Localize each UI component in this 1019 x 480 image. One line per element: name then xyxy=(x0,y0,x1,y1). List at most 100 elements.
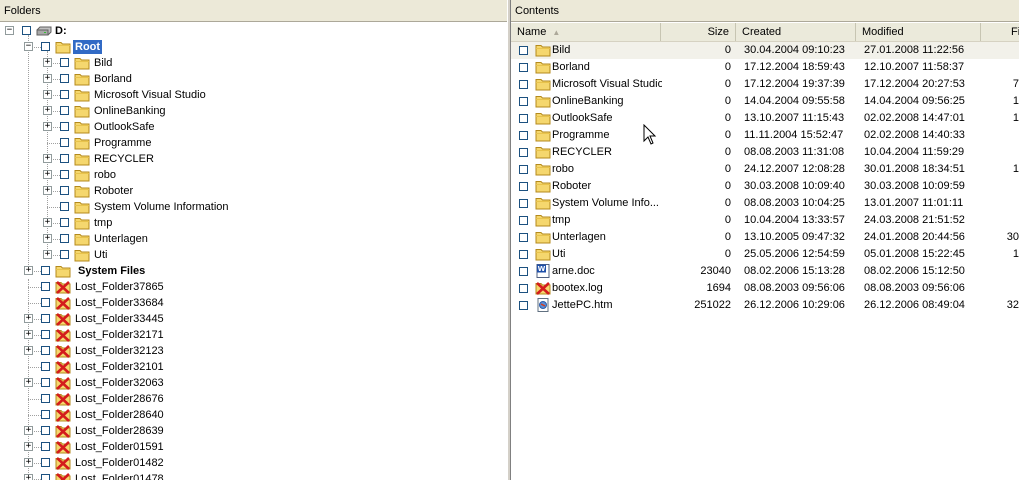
tree-item-checkbox[interactable] xyxy=(60,154,69,163)
column-name[interactable]: Name ▲ xyxy=(511,23,661,41)
expand-icon[interactable]: + xyxy=(43,250,52,259)
file-row-bild[interactable]: Bild 0 30.04.2004 09:10:23 27.01.2008 11:22… xyxy=(511,42,1019,59)
expand-icon[interactable]: + xyxy=(43,218,52,227)
expand-icon[interactable]: + xyxy=(24,346,33,355)
expand-icon[interactable]: + xyxy=(24,442,33,451)
expand-icon[interactable]: + xyxy=(43,234,52,243)
expand-icon[interactable]: + xyxy=(43,170,52,179)
tree-item-lost-folder28639[interactable]: + Lost_Folder28639 xyxy=(0,423,300,439)
file-checkbox[interactable] xyxy=(519,267,528,276)
file-row-microsoft-visual-studio[interactable]: Microsoft Visual Studio 0 17.12.2004 19:37… xyxy=(511,76,1019,93)
tree-item-recycler[interactable]: + RECYCLER xyxy=(0,151,300,167)
tree-item-onlinebanking[interactable]: + OnlineBanking xyxy=(0,103,300,119)
column-created[interactable]: Created xyxy=(736,23,856,41)
tree-item-checkbox[interactable] xyxy=(41,458,50,467)
tree-item-programme[interactable]: Programme xyxy=(0,135,300,151)
tree-item-lost-folder01478[interactable]: + Lost_Folder01478 xyxy=(0,471,300,480)
tree-item-checkbox[interactable] xyxy=(41,298,50,307)
tree-item-lost-folder37865[interactable]: Lost_Folder37865 xyxy=(0,279,300,295)
tree-item-microsoft-visual-studio[interactable]: + Microsoft Visual Studio xyxy=(0,87,300,103)
drive-checkbox[interactable] xyxy=(22,26,31,35)
tree-item-checkbox[interactable] xyxy=(41,314,50,323)
tree-item-robo[interactable]: + robo xyxy=(0,167,300,183)
file-row-onlinebanking[interactable]: OnlineBanking 0 14.04.2004 09:55:58 14.04.2… xyxy=(511,93,1019,110)
file-row-robo[interactable]: robo 0 24.12.2007 12:08:28 30.01.2008 18:34… xyxy=(511,161,1019,178)
tree-item-checkbox[interactable] xyxy=(41,266,50,275)
file-checkbox[interactable] xyxy=(519,148,528,157)
tree-item-checkbox[interactable] xyxy=(60,74,69,83)
file-checkbox[interactable] xyxy=(519,199,528,208)
tree-item-checkbox[interactable] xyxy=(41,282,50,291)
expand-icon[interactable]: + xyxy=(24,458,33,467)
tree-item-checkbox[interactable] xyxy=(41,362,50,371)
tree-item-lost-folder01482[interactable]: + Lost_Folder01482 xyxy=(0,455,300,471)
tree-item-checkbox[interactable] xyxy=(60,90,69,99)
tree-item-checkbox[interactable] xyxy=(41,474,50,480)
file-checkbox[interactable] xyxy=(519,80,528,89)
tree-item-checkbox[interactable] xyxy=(60,122,69,131)
tree-item-checkbox[interactable] xyxy=(60,250,69,259)
file-checkbox[interactable] xyxy=(519,63,528,72)
file-row-programme[interactable]: Programme 0 11.11.2004 15:52:47 02.02.2008 … xyxy=(511,127,1019,144)
expand-icon[interactable]: + xyxy=(43,106,52,115)
tree-item-checkbox[interactable] xyxy=(41,330,50,339)
tree-item-lost-folder28676[interactable]: Lost_Folder28676 xyxy=(0,391,300,407)
file-row-roboter[interactable]: Roboter 0 30.03.2008 10:09:40 30.03.2008 10… xyxy=(511,178,1019,195)
tree-item-tmp[interactable]: + tmp xyxy=(0,215,300,231)
tree-item-checkbox[interactable] xyxy=(60,218,69,227)
tree-item-borland[interactable]: + Borland xyxy=(0,71,300,87)
tree-item-checkbox[interactable] xyxy=(41,394,50,403)
file-checkbox[interactable] xyxy=(519,46,528,55)
file-row-recycler[interactable]: RECYCLER 0 08.08.2003 11:31:08 10.04.2004 1… xyxy=(511,144,1019,161)
file-checkbox[interactable] xyxy=(519,233,528,242)
tree-item-lost-folder32101[interactable]: Lost_Folder32101 xyxy=(0,359,300,375)
file-row-tmp[interactable]: tmp 0 10.04.2004 13:33:57 24.03.2008 21:51:… xyxy=(511,212,1019,229)
tree-item-checkbox[interactable] xyxy=(41,442,50,451)
expand-icon[interactable]: + xyxy=(43,154,52,163)
file-checkbox[interactable] xyxy=(519,301,528,310)
tree-item-lost-folder33684[interactable]: Lost_Folder33684 xyxy=(0,295,300,311)
file-checkbox[interactable] xyxy=(519,182,528,191)
column-modified[interactable]: Modified xyxy=(856,23,981,41)
expand-icon[interactable]: + xyxy=(24,314,33,323)
expand-icon[interactable]: + xyxy=(43,90,52,99)
expand-icon[interactable]: + xyxy=(24,426,33,435)
expand-icon[interactable]: + xyxy=(43,58,52,67)
collapse-icon[interactable]: − xyxy=(5,26,14,35)
file-row-arne-doc[interactable]: Warne.doc 23040 08.02.2006 15:13:28 08.02.2… xyxy=(511,263,1019,280)
file-checkbox[interactable] xyxy=(519,216,528,225)
file-row-uti[interactable]: Uti 0 25.05.2006 12:54:59 05.01.2008 15:22:… xyxy=(511,246,1019,263)
tree-item-checkbox[interactable] xyxy=(41,346,50,355)
tree-drive-row[interactable]: − D: xyxy=(0,23,200,39)
expand-icon[interactable]: + xyxy=(24,330,33,339)
tree-item-checkbox[interactable] xyxy=(60,170,69,179)
tree-item-system-files[interactable]: + System Files xyxy=(0,263,300,279)
file-row-borland[interactable]: Borland 0 17.12.2004 18:59:43 12.10.2007 11… xyxy=(511,59,1019,76)
tree-item-unterlagen[interactable]: + Unterlagen xyxy=(0,231,300,247)
tree-item-checkbox[interactable] xyxy=(60,202,69,211)
tree-item-bild[interactable]: + Bild xyxy=(0,55,300,71)
file-row-unterlagen[interactable]: Unterlagen 0 13.10.2005 09:47:32 24.01.2008… xyxy=(511,229,1019,246)
file-row-system-volume-info[interactable]: System Volume Info... 0 08.08.2003 10:04:2… xyxy=(511,195,1019,212)
expand-icon[interactable]: + xyxy=(43,186,52,195)
tree-item-checkbox[interactable] xyxy=(41,410,50,419)
expand-icon[interactable]: + xyxy=(43,122,52,131)
tree-item-checkbox[interactable] xyxy=(60,58,69,67)
column-size[interactable]: Size xyxy=(661,23,736,41)
tree-item-lost-folder33445[interactable]: + Lost_Folder33445 xyxy=(0,311,300,327)
file-row-bootex-log[interactable]: bootex.log 1694 08.08.2003 09:56:06 08.08.2… xyxy=(511,280,1019,297)
file-checkbox[interactable] xyxy=(519,114,528,123)
tree-item-system-volume-information[interactable]: System Volume Information xyxy=(0,199,300,215)
file-checkbox[interactable] xyxy=(519,250,528,259)
column-fi[interactable]: Fi xyxy=(981,23,1019,41)
tree-item-lost-folder28640[interactable]: Lost_Folder28640 xyxy=(0,407,300,423)
expand-icon[interactable]: + xyxy=(24,378,33,387)
tree-item-uti[interactable]: + Uti xyxy=(0,247,300,263)
tree-item-checkbox[interactable] xyxy=(41,42,50,51)
tree-item-lost-folder32171[interactable]: + Lost_Folder32171 xyxy=(0,327,300,343)
file-row-jettepc-htm[interactable]: JettePC.htm 251022 26.12.2006 10:29:06 26.1… xyxy=(511,297,1019,314)
tree-item-lost-folder01591[interactable]: + Lost_Folder01591 xyxy=(0,439,300,455)
file-row-outlooksafe[interactable]: OutlookSafe 0 13.10.2007 11:15:43 02.02.200… xyxy=(511,110,1019,127)
tree-item-root[interactable]: − Root xyxy=(0,39,300,55)
expand-icon[interactable]: + xyxy=(43,74,52,83)
